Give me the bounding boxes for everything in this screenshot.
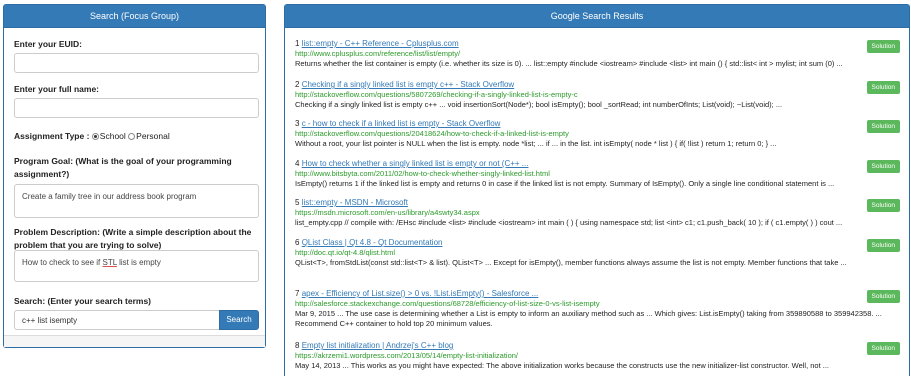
solution-badge[interactable]: Solution	[866, 160, 900, 173]
problem-description-label-line1: Problem Description: (Write a simple des…	[14, 227, 252, 237]
solution-badge[interactable]: Solution	[866, 120, 900, 133]
result-snippet: QList<T>, fromStdList(const std::list<T>…	[295, 258, 847, 267]
solution-badge[interactable]: Solution	[866, 81, 900, 94]
result-url: http://www.cplusplus.com/reference/list/…	[295, 49, 461, 58]
result-snippet: list_empty.cpp // compile with: /EHsc #i…	[295, 218, 843, 227]
result-link[interactable]: Empty list initialization | Andrzej's C+…	[302, 341, 454, 350]
result-url: https://msdn.microsoft.com/en-us/library…	[295, 208, 480, 217]
result-url: http://www.bitsbyta.com/2011/02/how-to-c…	[295, 169, 550, 178]
search-results-panel: Google Search Results 1 list::empty - C+…	[284, 4, 910, 376]
result-number: 8	[295, 341, 300, 350]
result-link[interactable]: Checking if a singly linked list is empt…	[302, 80, 515, 89]
search-input[interactable]: c++ list isempty	[14, 310, 220, 330]
result-snippet: Returns whether the list container is em…	[295, 59, 843, 68]
program-goal-label-line1: Program Goal: (What is the goal of your …	[14, 156, 232, 166]
result-item: 8 Empty list initialization | Andrzej's …	[295, 341, 900, 371]
result-title: 6 QList Class | Qt 4.8 - Qt Documentatio…	[295, 238, 900, 248]
result-title: 1 list::empty - C++ Reference - Cplusplu…	[295, 39, 900, 49]
description-text-end: list is empty	[116, 258, 161, 267]
search-button[interactable]: Search	[219, 310, 259, 330]
program-goal-field[interactable]: Create a family tree in our address book…	[14, 184, 259, 218]
result-title: 2 Checking if a singly linked list is em…	[295, 80, 900, 90]
result-item: 1 list::empty - C++ Reference - Cplusplu…	[295, 39, 900, 69]
result-number: 7	[295, 289, 300, 298]
result-number: 1	[295, 39, 300, 48]
result-number: 6	[295, 238, 300, 247]
solution-badge[interactable]: Solution	[866, 290, 900, 303]
problem-description-label: Problem Description: (Write a simple des…	[14, 226, 251, 252]
result-url: http://salesforce.stackexchange.com/ques…	[295, 299, 600, 308]
solution-badge[interactable]: Solution	[866, 239, 900, 252]
result-title: 4 How to check whether a singly linked l…	[295, 159, 900, 169]
problem-description-field[interactable]: How to check to see if STL list is empty	[14, 250, 259, 282]
result-title: 5 list::empty - MSDN - Microsoft	[295, 198, 900, 208]
solution-badge[interactable]: Solution	[866, 40, 900, 53]
result-number: 4	[295, 159, 300, 168]
full-name-field[interactable]	[14, 98, 259, 118]
program-goal-label: Program Goal: (What is the goal of your …	[14, 155, 232, 181]
program-goal-label-line2: assignment?)	[14, 169, 70, 179]
result-title: 8 Empty list initialization | Andrzej's …	[295, 341, 900, 351]
result-snippet: Mar 9, 2015 ... The use case is determin…	[295, 309, 882, 328]
result-title: 3 c - how to check if a linked list is e…	[295, 119, 900, 129]
result-link[interactable]: apex - Efficiency of List.size() > 0 vs.…	[302, 289, 539, 298]
result-snippet: Without a root, your list pointer is NUL…	[295, 139, 777, 148]
result-number: 3	[295, 119, 300, 128]
result-item: 6 QList Class | Qt 4.8 - Qt Documentatio…	[295, 238, 900, 268]
search-results-header: Google Search Results	[285, 5, 909, 28]
result-item: 7 apex - Efficiency of List.size() > 0 v…	[295, 289, 900, 329]
result-snippet: IsEmpty() returns 1 if the linked list i…	[295, 179, 835, 188]
result-title: 7 apex - Efficiency of List.size() > 0 v…	[295, 289, 900, 299]
result-url: http://stackoverflow.com/questions/58072…	[295, 90, 578, 99]
focus-group-panel: Search (Focus Group) Enter your EUID: En…	[3, 4, 266, 348]
result-link[interactable]: c - how to check if a linked list is emp…	[302, 119, 501, 128]
radio-school[interactable]	[91, 133, 99, 140]
search-label: Search: (Enter your search terms)	[14, 296, 151, 306]
radio-school-label[interactable]: School	[100, 131, 126, 141]
result-item: 5 list::empty - MSDN - Microsoft https:/…	[295, 198, 900, 228]
panel-footer	[4, 335, 265, 347]
result-link[interactable]: QList Class | Qt 4.8 - Qt Documentation	[302, 238, 443, 247]
radio-personal[interactable]	[128, 133, 136, 140]
assignment-type-label: Assignment Type :	[14, 131, 90, 141]
result-snippet: May 14, 2013 ... This works as you might…	[295, 361, 830, 370]
result-number: 5	[295, 198, 300, 207]
result-url: http://stackoverflow.com/questions/20418…	[295, 129, 569, 138]
description-text: How to check to see if	[22, 258, 103, 267]
euid-label: Enter your EUID:	[14, 39, 83, 49]
euid-field[interactable]	[14, 53, 259, 73]
solution-badge[interactable]: Solution	[866, 342, 900, 355]
result-link[interactable]: list::empty - MSDN - Microsoft	[302, 198, 408, 207]
solution-badge[interactable]: Solution	[866, 199, 900, 212]
result-url: https://akrzemi1.wordpress.com/2013/05/1…	[295, 351, 519, 360]
assignment-type-group: Assignment Type : School Personal	[14, 131, 170, 141]
radio-personal-label[interactable]: Personal	[136, 131, 170, 141]
result-item: 4 How to check whether a singly linked l…	[295, 159, 900, 189]
result-link[interactable]: How to check whether a singly linked lis…	[302, 159, 529, 168]
result-url: http://doc.qt.io/qt-4.8/qlist.html	[295, 248, 396, 257]
result-item: 2 Checking if a singly linked list is em…	[295, 80, 900, 110]
description-spellcheck-word: STL	[102, 258, 117, 267]
result-item: 3 c - how to check if a linked list is e…	[295, 119, 900, 149]
result-link[interactable]: list::empty - C++ Reference - Cplusplus.…	[302, 39, 459, 48]
full-name-label: Enter your full name:	[14, 84, 100, 94]
result-number: 2	[295, 80, 300, 89]
result-snippet: Checking if a singly linked list is empt…	[295, 100, 783, 109]
focus-group-header: Search (Focus Group)	[4, 5, 265, 28]
